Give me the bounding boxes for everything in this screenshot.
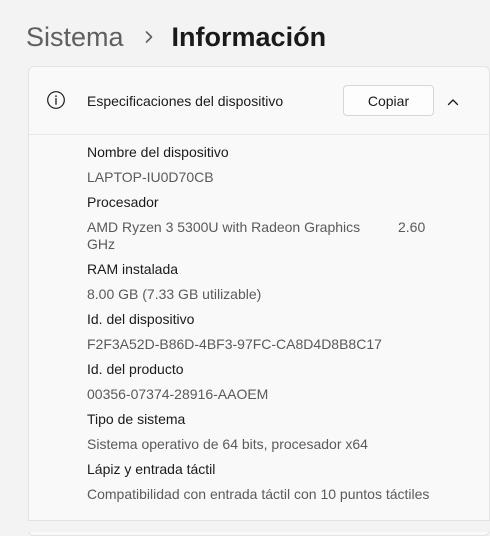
spec-device-name: Nombre del dispositivo LAPTOP-IU0D70CB [87, 144, 479, 186]
spec-label: Tipo de sistema [87, 411, 186, 427]
breadcrumb: Sistema Información [26, 18, 326, 56]
spec-value[interactable]: 8.00 GB (7.33 GB utilizable) [87, 286, 479, 303]
processor-name: AMD Ryzen 3 5300U with Radeon Graphics G… [87, 219, 385, 253]
breadcrumb-parent-sistema[interactable]: Sistema [26, 22, 124, 53]
spec-label: Lápiz y entrada táctil [87, 461, 216, 477]
spec-label: Nombre del dispositivo [87, 144, 229, 160]
spec-label: Id. del producto [87, 361, 184, 377]
processor-name-line1: AMD Ryzen 3 5300U with Radeon Graphics [87, 219, 361, 235]
spec-value[interactable]: Compatibilidad con entrada táctil con 10… [87, 486, 479, 503]
spec-label: Procesador [87, 194, 159, 210]
spec-value[interactable]: Sistema operativo de 64 bits, procesador… [87, 436, 479, 453]
device-specs-title: Especificaciones del dispositivo [87, 93, 284, 109]
spec-value[interactable]: LAPTOP-IU0D70CB [87, 169, 479, 186]
device-specs-card: Especificaciones del dispositivo Copiar … [28, 66, 490, 536]
spec-value[interactable]: 00356-07374-28916-AAOEM [87, 386, 479, 403]
device-specs-header[interactable]: Especificaciones del dispositivo Copiar [29, 67, 489, 135]
spec-label: Id. del dispositivo [87, 311, 195, 327]
chevron-right-icon [142, 30, 156, 44]
chevron-up-icon[interactable] [447, 95, 459, 107]
spec-pen-touch: Lápiz y entrada táctil Compatibilidad co… [87, 461, 479, 503]
processor-speed: 2.60 [398, 219, 426, 235]
spec-value[interactable]: F2F3A52D-B86D-4BF3-97FC-CA8D4D8B8C17 [87, 336, 479, 353]
spec-system-type: Tipo de sistema Sistema operativo de 64 … [87, 411, 479, 453]
spec-label: RAM instalada [87, 261, 179, 277]
spec-product-id: Id. del producto 00356-07374-28916-AAOEM [87, 361, 479, 403]
device-specs-list: Nombre del dispositivo LAPTOP-IU0D70CB P… [87, 144, 479, 511]
copy-button[interactable]: Copiar [343, 85, 434, 116]
next-card-edge [28, 520, 490, 532]
info-icon [46, 90, 66, 110]
spec-installed-ram: RAM instalada 8.00 GB (7.33 GB utilizabl… [87, 261, 479, 303]
processor-name-line2: GHz [87, 236, 115, 252]
spec-device-id: Id. del dispositivo F2F3A52D-B86D-4BF3-9… [87, 311, 479, 353]
page-title: Información [171, 21, 327, 52]
spec-processor: Procesador AMD Ryzen 3 5300U with Radeon… [87, 194, 479, 253]
spec-value[interactable]: AMD Ryzen 3 5300U with Radeon Graphics G… [87, 219, 479, 253]
